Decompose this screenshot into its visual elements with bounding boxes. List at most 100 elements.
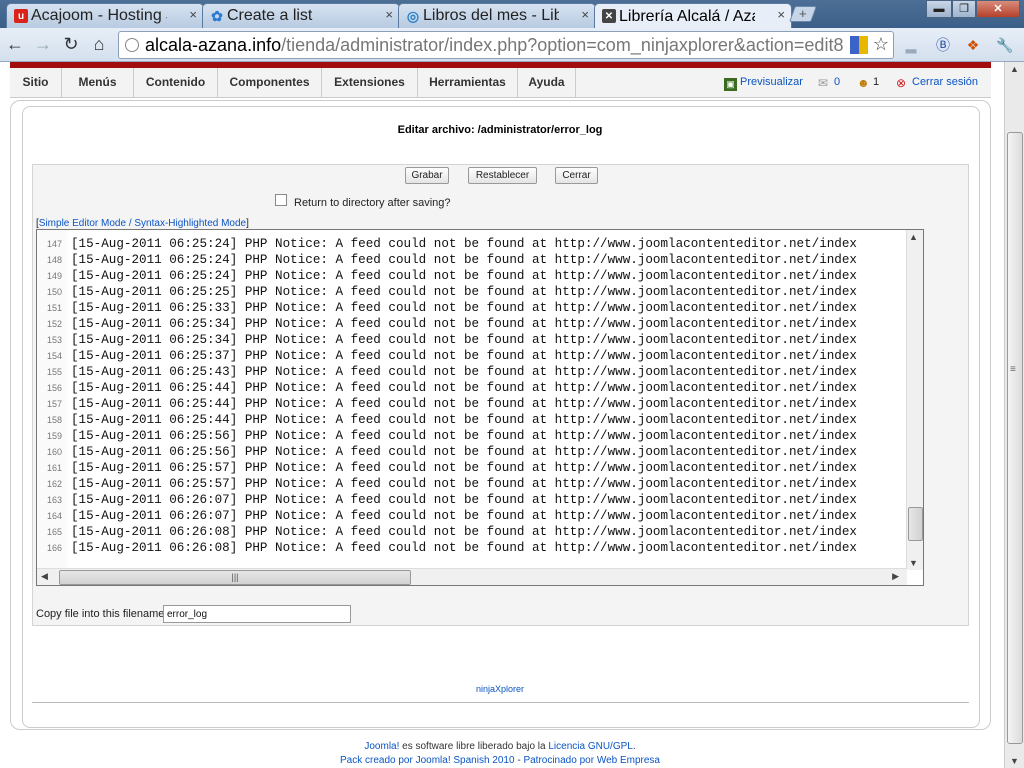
page-scroll-down-icon[interactable]: ▼ xyxy=(1010,756,1019,766)
line-text: [15-Aug-2011 06:25:57] PHP Notice: A fee… xyxy=(71,461,857,475)
menu-componentes[interactable]: Componentes xyxy=(218,68,322,98)
star-icon[interactable]: ☆ xyxy=(873,34,889,55)
menu-menus[interactable]: Menús xyxy=(62,68,134,98)
editor-mode-link[interactable]: Simple Editor Mode / Syntax-Highlighted … xyxy=(39,218,246,229)
admin-menu-bar: Sitio Menús Contenido Componentes Extens… xyxy=(10,68,991,98)
users-icon: ☻ xyxy=(857,76,870,90)
line-number: 157 xyxy=(46,399,62,409)
tab-title: Acajoom - Hosting Jo xyxy=(31,7,167,24)
code-editor[interactable]: 147 [15-Aug-2011 06:25:24] PHP Notice: A … xyxy=(36,229,924,586)
close-tab-icon[interactable]: × xyxy=(777,7,785,22)
close-tab-icon[interactable]: × xyxy=(581,7,589,22)
scroll-right-icon[interactable]: ▶ xyxy=(892,571,899,582)
line-number: 152 xyxy=(46,319,62,329)
browser-tab-strip: u Acajoom - Hosting Jo × ✿ Create a list… xyxy=(0,0,1024,29)
return-checkbox-label: Return to directory after saving? xyxy=(294,197,451,209)
line-number: 150 xyxy=(46,287,62,297)
extension-icon[interactable] xyxy=(850,36,868,54)
sponsor-link[interactable]: Patrocinado por Web Empresa xyxy=(523,755,660,766)
url-text[interactable]: alcala-azana.info/tienda/administrator/i… xyxy=(145,35,865,56)
preview-icon: ▣ xyxy=(724,78,737,91)
menu-contenido[interactable]: Contenido xyxy=(134,68,218,98)
url-host: alcala-azana.info xyxy=(145,35,282,55)
menu-ayuda[interactable]: Ayuda xyxy=(518,68,576,98)
save-button[interactable]: Grabar xyxy=(405,167,449,184)
credits-text: es software libre liberado bajo la xyxy=(399,741,549,752)
line-text: [15-Aug-2011 06:26:07] PHP Notice: A fee… xyxy=(71,509,857,523)
minimize-button[interactable]: ▬ xyxy=(926,0,952,18)
joomla-link[interactable]: Joomla! xyxy=(364,741,399,752)
tab-libreria-active[interactable]: ✕ Librería Alcalá / Azaña × xyxy=(594,3,792,29)
scroll-up-icon[interactable]: ▲ xyxy=(909,232,918,242)
line-number: 147 xyxy=(46,239,62,249)
editor-hscroll-thumb[interactable]: ||| xyxy=(59,570,411,585)
line-text: [15-Aug-2011 06:25:43] PHP Notice: A fee… xyxy=(71,365,857,379)
new-tab-button[interactable]: + xyxy=(789,6,817,22)
window-close-button[interactable]: ✕ xyxy=(976,0,1020,18)
reload-icon[interactable]: ↻ xyxy=(60,32,82,56)
url-path: /tienda/administrator/index.php?option=c… xyxy=(281,35,844,55)
copy-filename-label: Copy file into this filename xyxy=(36,608,165,620)
pack-credit-link[interactable]: Pack creado por Joomla! Spanish 2010 xyxy=(340,755,515,766)
extension-c-icon[interactable]: ❖ xyxy=(964,36,982,54)
page-info-icon[interactable] xyxy=(125,38,139,52)
page-scroll-up-icon[interactable]: ▲ xyxy=(1010,64,1019,74)
line-number: 164 xyxy=(46,511,62,521)
tab-title: Libros del mes - Libre xyxy=(423,7,559,24)
line-number: 162 xyxy=(46,479,62,489)
plus-icon: + xyxy=(799,6,807,21)
home-icon[interactable]: ⌂ xyxy=(88,32,110,56)
wrench-icon[interactable]: 🔧 xyxy=(996,36,1014,54)
copy-filename-input[interactable] xyxy=(163,605,351,623)
editor-vscroll-thumb[interactable] xyxy=(908,507,923,541)
tab-acajoom[interactable]: u Acajoom - Hosting Jo × xyxy=(6,3,204,28)
close-tab-icon[interactable]: × xyxy=(189,7,197,22)
reset-button[interactable]: Restablecer xyxy=(468,167,537,184)
editor-vertical-scrollbar[interactable]: ▲ ▼ xyxy=(906,230,923,570)
bracket-close: ] xyxy=(246,218,249,229)
signal-icon[interactable]: ▂ xyxy=(902,36,920,54)
editor-horizontal-scrollbar[interactable]: ◀ ||| ▶ xyxy=(37,568,907,585)
close-tab-icon[interactable]: × xyxy=(385,7,393,22)
line-text: [15-Aug-2011 06:25:56] PHP Notice: A fee… xyxy=(71,429,857,443)
menu-extensiones[interactable]: Extensiones xyxy=(322,68,418,98)
preview-link[interactable]: ▣ Previsualizar xyxy=(724,76,803,91)
page-vertical-scrollbar[interactable]: ▲ ≡ ▼ xyxy=(1004,62,1024,768)
messages-status[interactable]: ✉ 0 xyxy=(818,76,840,90)
scroll-left-icon[interactable]: ◀ xyxy=(41,571,48,582)
tab-favicon-icon: ◎ xyxy=(406,7,420,24)
menu-herramientas[interactable]: Herramientas xyxy=(418,68,518,98)
logout-link[interactable]: ⊗ Cerrar sesión xyxy=(896,76,978,90)
line-text: [15-Aug-2011 06:25:37] PHP Notice: A fee… xyxy=(71,349,857,363)
line-text: [15-Aug-2011 06:25:44] PHP Notice: A fee… xyxy=(71,413,857,427)
line-text: [15-Aug-2011 06:26:07] PHP Notice: A fee… xyxy=(71,493,857,507)
tab-title: Librería Alcalá / Azaña xyxy=(619,7,755,25)
license-link[interactable]: Licencia GNU/GPL xyxy=(548,741,632,752)
line-number: 161 xyxy=(46,463,62,473)
line-number: 163 xyxy=(46,495,62,505)
messages-count: 0 xyxy=(834,76,841,88)
tab-create-list[interactable]: ✿ Create a list × xyxy=(202,3,400,28)
tab-favicon-icon: ✿ xyxy=(211,7,223,24)
forward-icon[interactable]: → xyxy=(32,32,54,56)
page-scroll-thumb[interactable] xyxy=(1007,132,1023,744)
tab-libros[interactable]: ◎ Libros del mes - Libre × xyxy=(398,3,596,28)
close-button[interactable]: Cerrar xyxy=(555,167,598,184)
maximize-button[interactable]: ❐ xyxy=(952,0,976,18)
footer-divider xyxy=(32,702,969,703)
extension-b-icon[interactable]: Ⓑ xyxy=(934,36,952,54)
menu-sitio[interactable]: Sitio xyxy=(10,68,62,98)
return-checkbox[interactable] xyxy=(275,194,287,206)
tab-title: Create a list xyxy=(227,7,313,24)
address-bar[interactable]: alcala-azana.info/tienda/administrator/i… xyxy=(118,31,894,59)
page-viewport: Sitio Menús Contenido Componentes Extens… xyxy=(0,62,1004,768)
line-text: [15-Aug-2011 06:25:34] PHP Notice: A fee… xyxy=(71,333,857,347)
users-status[interactable]: ☻ 1 xyxy=(857,76,879,90)
line-number: 148 xyxy=(46,255,62,265)
back-icon[interactable]: ← xyxy=(4,32,26,56)
line-text: [15-Aug-2011 06:26:08] PHP Notice: A fee… xyxy=(71,541,857,555)
scroll-down-icon[interactable]: ▼ xyxy=(909,558,918,568)
ninjaxplorer-link[interactable]: ninjaXplorer xyxy=(0,684,1000,694)
browser-toolbar: ← → ↻ ⌂ alcala-azana.info/tienda/adminis… xyxy=(0,28,1024,62)
line-text: [15-Aug-2011 06:25:56] PHP Notice: A fee… xyxy=(71,445,857,459)
